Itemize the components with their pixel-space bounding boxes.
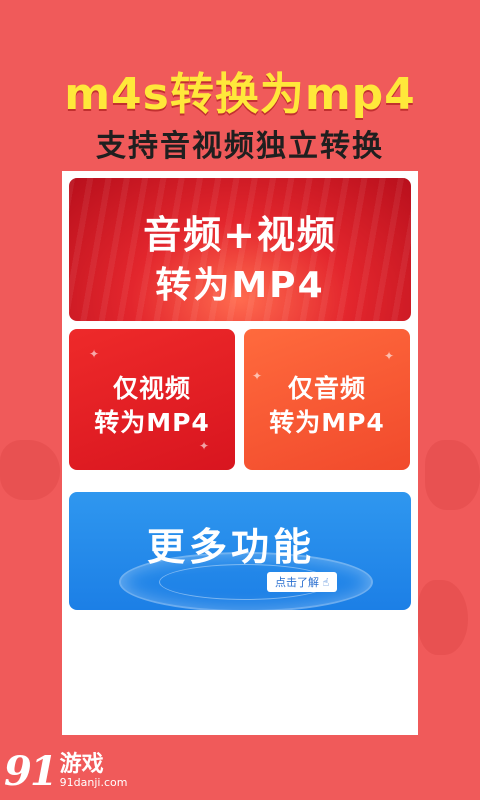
learn-more-badge[interactable]: 点击了解 ☝ bbox=[267, 572, 338, 592]
card-label-line1: 音频+视频 bbox=[143, 213, 337, 257]
learn-more-label: 点击了解 bbox=[275, 576, 319, 589]
card-label-line2: 转为MP4 bbox=[155, 265, 325, 306]
logo-site: 91danji.com bbox=[59, 776, 128, 789]
audio-only-to-mp4-button[interactable]: ✦ ✦ 仅音频 转为MP4 bbox=[244, 329, 410, 470]
more-features-button[interactable]: 更多功能 点击了解 ☝ bbox=[69, 492, 411, 610]
more-features-title: 更多功能 bbox=[147, 525, 316, 569]
page-subtitle: 支持音视频独立转换 bbox=[96, 129, 384, 164]
logo-text: 游戏 91danji.com bbox=[60, 753, 128, 789]
logo-number: 91 bbox=[4, 747, 58, 795]
map-decoration-left bbox=[0, 440, 60, 500]
audio-video-to-mp4-button[interactable]: 音频+视频 转为MP4 bbox=[69, 178, 411, 321]
sparkle-icon: ✦ bbox=[384, 349, 395, 363]
feature-panel: 音频+视频 转为MP4 ✦ ✦ 仅视频 转为MP4 ✦ ✦ 仅音频 转为MP4 … bbox=[62, 171, 418, 735]
hand-pointer-icon: ☝ bbox=[322, 576, 330, 589]
map-decoration-right-bottom bbox=[418, 580, 468, 655]
sparkle-icon: ✦ bbox=[89, 347, 100, 361]
card-label-line1: 仅视频 bbox=[112, 374, 191, 403]
card-label-line1: 仅音频 bbox=[287, 374, 366, 403]
page-title: m4s转换为mp4 bbox=[64, 69, 416, 120]
sparkle-icon: ✦ bbox=[199, 439, 210, 453]
watermark-logo: 91 游戏 91danji.com bbox=[4, 747, 128, 795]
video-only-to-mp4-button[interactable]: ✦ ✦ 仅视频 转为MP4 bbox=[69, 329, 235, 470]
map-decoration-right-top bbox=[425, 440, 480, 510]
card-label-line2: 转为MP4 bbox=[269, 408, 385, 437]
card-label-line2: 转为MP4 bbox=[94, 408, 210, 437]
logo-name: 游戏 bbox=[59, 752, 104, 777]
